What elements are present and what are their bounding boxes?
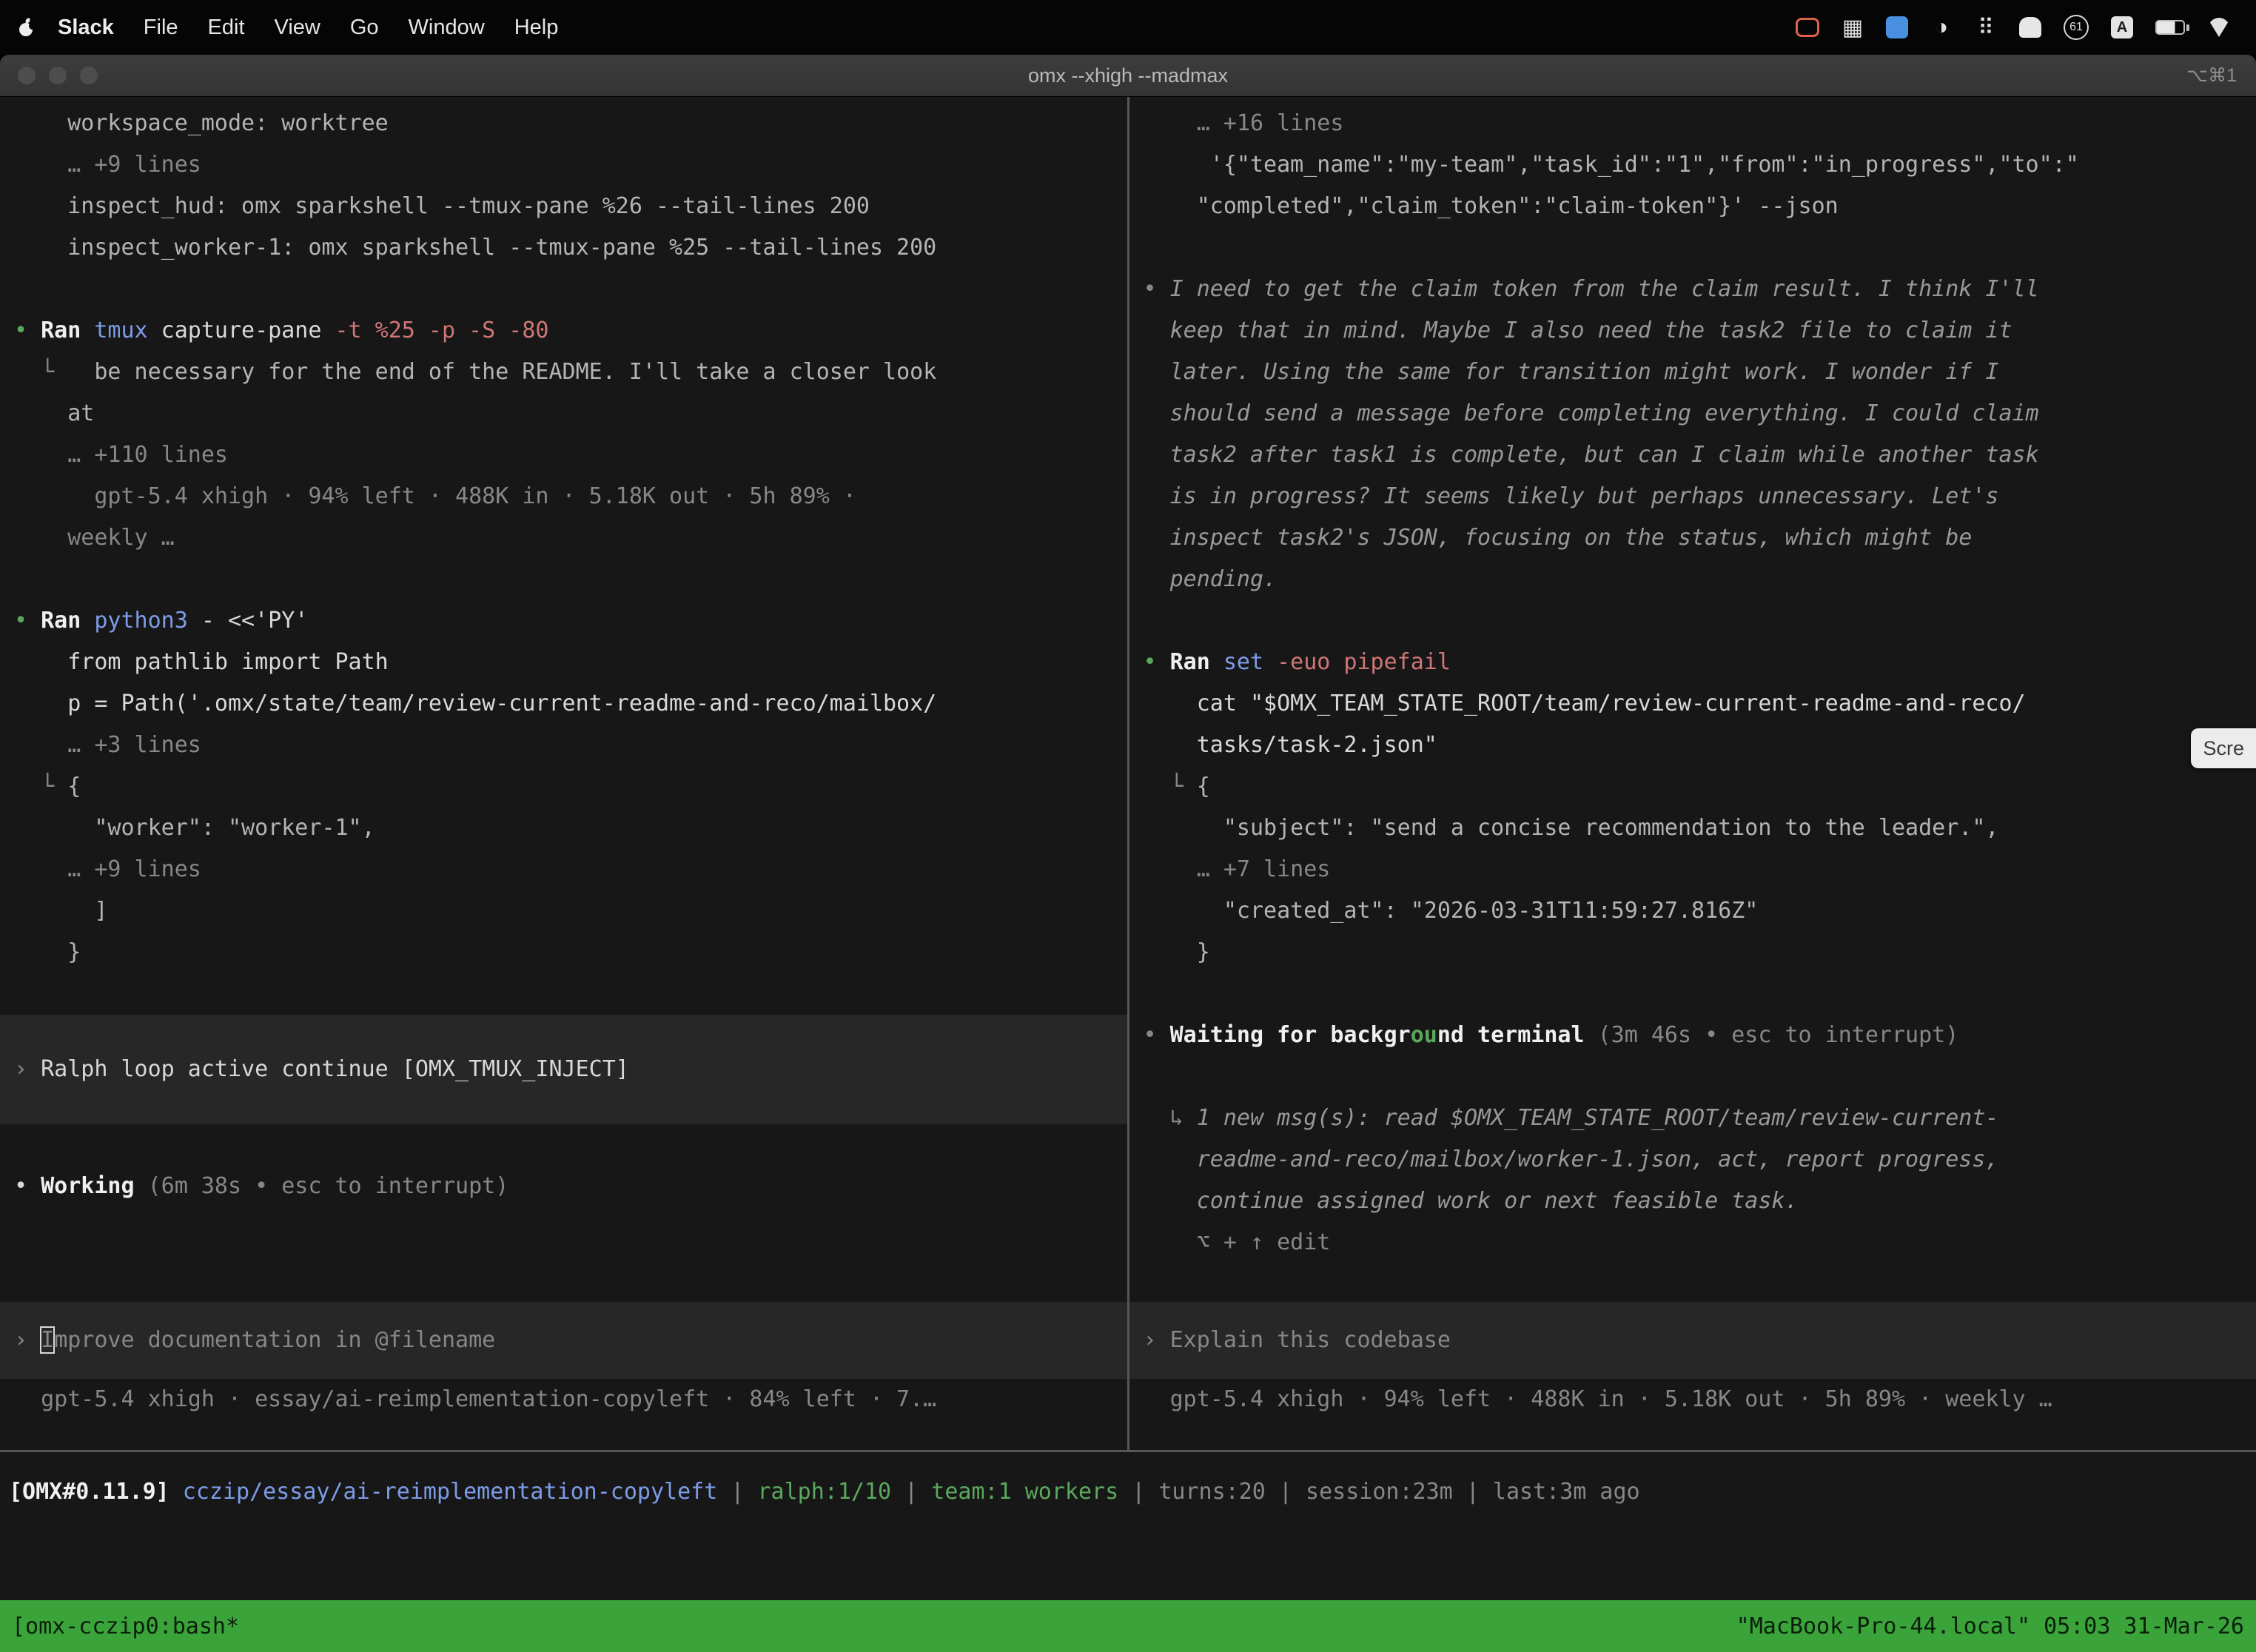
terminal-line: "subject": "send a concise recommendatio… xyxy=(1144,807,2256,849)
prompt-input-bar[interactable]: › Improve documentation in @filename xyxy=(0,1302,1127,1379)
terminal-line: ↳ 1 new msg(s): read $OMX_TEAM_STATE_ROO… xyxy=(1144,1098,2256,1139)
terminal-line: readme-and-reco/mailbox/worker-1.json, a… xyxy=(1144,1139,2256,1181)
suggestion-bar[interactable]: › Explain this codebase xyxy=(1129,1302,2256,1379)
display-contrast-icon[interactable]: ◑ xyxy=(1930,15,1953,40)
menu-item-view[interactable]: View xyxy=(275,16,320,40)
terminal-line: gpt-5.4 xhigh · 94% left · 488K in · 5.1… xyxy=(1144,1379,2256,1420)
terminal-line: ⌥ + ↑ edit xyxy=(1144,1222,2256,1263)
omx-status-line: [OMX#0.11.9] cczip/essay/ai-reimplementa… xyxy=(9,1471,2256,1513)
menu-status-icons: ▦ ◑ ⠿ 61 A xyxy=(1796,15,2231,40)
terminal-window: workspace_mode: worktree … +9 lines insp… xyxy=(0,97,2256,1621)
traffic-lights xyxy=(18,67,98,84)
terminal-line: task2 after task1 is complete, but can I… xyxy=(1144,434,2256,476)
battery-icon[interactable] xyxy=(2155,20,2185,35)
terminal-line xyxy=(1144,1056,2256,1098)
app-menu-slack[interactable]: Slack xyxy=(58,16,114,40)
terminal-line: • Ran python3 - <<'PY' xyxy=(14,600,1127,642)
minimize-button[interactable] xyxy=(49,67,67,84)
terminal-line: gpt-5.4 xhigh · 94% left · 488K in · 5.1… xyxy=(14,476,1127,517)
terminal-line: later. Using the same for transition mig… xyxy=(1144,352,2256,393)
terminal-line: "completed","claim_token":"claim-token"}… xyxy=(1144,186,2256,227)
ralph-loop-status-bar[interactable]: › Ralph loop active continue [OMX_TMUX_I… xyxy=(0,1015,1127,1124)
terminal-line: is in progress? It seems likely but perh… xyxy=(1144,476,2256,517)
terminal-line: '{"team_name":"my-team","task_id":"1","f… xyxy=(1144,144,2256,186)
swift-icon[interactable] xyxy=(1886,16,1908,38)
window-title: omx --xhigh --madmax xyxy=(0,64,2256,87)
terminal-line xyxy=(1144,973,2256,1015)
terminal-line: continue assigned work or next feasible … xyxy=(1144,1181,2256,1222)
terminal-line: └ { xyxy=(14,766,1127,807)
terminal-line: } xyxy=(1144,932,2256,973)
ghost-icon[interactable] xyxy=(2019,17,2041,38)
terminal-line: └ be necessary for the end of the README… xyxy=(14,352,1127,393)
terminal-line: should send a message before completing … xyxy=(1144,393,2256,434)
screenshot-overlay-chip[interactable]: Scre xyxy=(2191,728,2256,768)
terminal-line: … +7 lines xyxy=(1144,849,2256,890)
terminal-line: • Waiting for background terminal (3m 46… xyxy=(1144,1015,2256,1056)
terminal-line: ] xyxy=(14,890,1127,932)
tmux-session-label: [omx-cczip0:bash* xyxy=(12,1614,239,1639)
terminal-line: } xyxy=(14,932,1127,973)
apple-menu-icon[interactable] xyxy=(18,17,36,38)
terminal-line: cat "$OMX_TEAM_STATE_ROOT/team/review-cu… xyxy=(1144,683,2256,725)
terminal-line: inspect_hud: omx sparkshell --tmux-pane … xyxy=(14,186,1127,227)
terminal-line: … +3 lines xyxy=(14,725,1127,766)
input-source-icon[interactable]: A xyxy=(2111,16,2133,38)
terminal-line: … +9 lines xyxy=(14,144,1127,186)
tmux-pane-left[interactable]: workspace_mode: worktree … +9 lines insp… xyxy=(0,97,1127,1450)
terminal-line: gpt-5.4 xhigh · essay/ai-reimplementatio… xyxy=(14,1379,1127,1420)
desktop: Slack File Edit View Go Window Help ▦ ◑ ⠿ 61 A om… xyxy=(0,0,2256,1621)
terminal-line: … +110 lines xyxy=(14,434,1127,476)
tmux-host-time: "MacBook-Pro-44.local" 05:03 31-Mar-26 xyxy=(1736,1614,2244,1639)
terminal-line xyxy=(1144,227,2256,269)
window-shortcut-hint: ⌥⌘1 xyxy=(2186,64,2237,87)
close-button[interactable] xyxy=(18,67,36,84)
terminal-line: pending. xyxy=(1144,559,2256,600)
terminal-line: • I need to get the claim token from the… xyxy=(1144,269,2256,310)
terminal-line: └ { xyxy=(1144,766,2256,807)
terminal-line: workspace_mode: worktree xyxy=(14,103,1127,144)
apps-grid-icon[interactable]: ⠿ xyxy=(1975,15,1997,40)
terminal-line: … +9 lines xyxy=(14,849,1127,890)
terminal-line xyxy=(14,973,1127,1015)
terminal-line: inspect_worker-1: omx sparkshell --tmux-… xyxy=(14,227,1127,269)
terminal-line: • Working (6m 38s • esc to interrupt) xyxy=(14,1166,1127,1207)
terminal-line: "worker": "worker-1", xyxy=(14,807,1127,849)
terminal-line xyxy=(14,1124,1127,1166)
terminal-line: p = Path('.omx/state/team/review-current… xyxy=(14,683,1127,725)
menu-item-go[interactable]: Go xyxy=(350,16,379,40)
terminal-line xyxy=(14,559,1127,600)
terminal-line: from pathlib import Path xyxy=(14,642,1127,683)
pane-bottom-border xyxy=(0,1450,2256,1452)
terminal-line: weekly … xyxy=(14,517,1127,559)
terminal-line: keep that in mind. Maybe I also need the… xyxy=(1144,310,2256,352)
tmux-status-bar: [omx-cczip0:bash* "MacBook-Pro-44.local"… xyxy=(0,1600,2256,1652)
tmux-pane-right[interactable]: … +16 lines '{"team_name":"my-team","tas… xyxy=(1129,97,2256,1450)
menu-item-edit[interactable]: Edit xyxy=(208,16,245,40)
menu-items: File Edit View Go Window Help xyxy=(144,16,588,40)
terminal-line: at xyxy=(14,393,1127,434)
menu-bar: Slack File Edit View Go Window Help ▦ ◑ ⠿ 61 A xyxy=(0,0,2256,55)
screen-recording-icon[interactable] xyxy=(1796,18,1819,37)
terminal-line: "created_at": "2026-03-31T11:59:27.816Z" xyxy=(1144,890,2256,932)
wifi-icon[interactable] xyxy=(2207,18,2231,37)
terminal-line xyxy=(14,269,1127,310)
badge-61-icon[interactable]: 61 xyxy=(2064,15,2089,40)
tmux-panes: workspace_mode: worktree … +9 lines insp… xyxy=(0,97,2256,1450)
terminal-line: tasks/task-2.json" xyxy=(1144,725,2256,766)
menu-item-help[interactable]: Help xyxy=(514,16,559,40)
zoom-button[interactable] xyxy=(80,67,98,84)
terminal-line: • Ran tmux capture-pane -t %25 -p -S -80 xyxy=(14,310,1127,352)
terminal-line: … +16 lines xyxy=(1144,103,2256,144)
omx-status-area: [OMX#0.11.9] cczip/essay/ai-reimplementa… xyxy=(0,1471,2256,1621)
terminal-line: • Ran set -euo pipefail xyxy=(1144,642,2256,683)
window-titlebar[interactable]: omx --xhigh --madmax ⌥⌘1 xyxy=(0,55,2256,97)
menu-item-window[interactable]: Window xyxy=(409,16,485,40)
terminal-line: inspect task2's JSON, focusing on the st… xyxy=(1144,517,2256,559)
terminal-line xyxy=(1144,600,2256,642)
menu-item-file[interactable]: File xyxy=(144,16,178,40)
window-grid-icon[interactable]: ▦ xyxy=(1842,15,1864,40)
